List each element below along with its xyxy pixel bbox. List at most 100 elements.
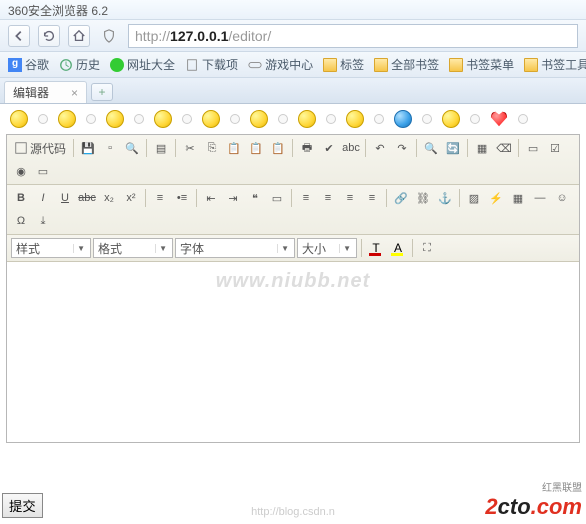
numberedlist-button[interactable]: ≡: [150, 188, 170, 208]
maximize-button[interactable]: ⛶: [417, 238, 437, 258]
folder-icon: [374, 58, 388, 72]
font-combo[interactable]: 字体▼: [175, 238, 295, 258]
format-combo[interactable]: 格式▼: [93, 238, 173, 258]
bookmark-downloads[interactable]: 下载项: [181, 54, 242, 75]
radio-dot[interactable]: [38, 114, 48, 124]
emoji-grin[interactable]: [202, 110, 220, 128]
emoji-heart[interactable]: [490, 110, 508, 128]
emoji-smile-3[interactable]: [106, 110, 124, 128]
image-button[interactable]: ▨: [464, 188, 484, 208]
size-combo[interactable]: 大小▼: [297, 238, 357, 258]
emoji-happy[interactable]: [346, 110, 364, 128]
address-bar[interactable]: http://127.0.0.1/editor/: [128, 24, 578, 48]
align-left-button[interactable]: ≡: [296, 188, 316, 208]
templates-button[interactable]: ▤: [151, 138, 171, 158]
paste-word-button[interactable]: 📋: [268, 138, 288, 158]
unlink-button[interactable]: ⛓: [413, 188, 433, 208]
radio-button[interactable]: ◉: [11, 161, 31, 181]
emoji-tongue[interactable]: [442, 110, 460, 128]
bookmark-tools[interactable]: 书签工具: [520, 54, 586, 75]
bookmark-games[interactable]: 游戏中心: [244, 54, 317, 75]
undo-button[interactable]: ↶: [370, 138, 390, 158]
flash-button[interactable]: ⚡: [486, 188, 506, 208]
emoji-wink[interactable]: [154, 110, 172, 128]
underline-button[interactable]: U: [55, 188, 75, 208]
copy-button[interactable]: ⎘: [202, 138, 222, 158]
scayt-button[interactable]: abc: [341, 138, 361, 158]
smiley-button[interactable]: ☺: [552, 188, 572, 208]
radio-dot[interactable]: [518, 114, 528, 124]
bgcolor-button[interactable]: A: [388, 238, 408, 258]
bookmark-tags[interactable]: 标签: [319, 54, 368, 75]
radio-dot[interactable]: [422, 114, 432, 124]
paste-button[interactable]: 📋: [224, 138, 244, 158]
subscript-button[interactable]: x₂: [99, 188, 119, 208]
styles-combo[interactable]: 样式▼: [11, 238, 91, 258]
align-center-button[interactable]: ≡: [318, 188, 338, 208]
hr-button[interactable]: —: [530, 188, 550, 208]
shield-icon: [98, 25, 120, 47]
radio-dot[interactable]: [470, 114, 480, 124]
radio-dot[interactable]: [374, 114, 384, 124]
align-right-button[interactable]: ≡: [340, 188, 360, 208]
radio-dot[interactable]: [278, 114, 288, 124]
bookmarks-bar: g谷歌 历史 网址大全 下载项 游戏中心 标签 全部书签 书签菜单 书签工具: [0, 52, 586, 78]
emoji-question[interactable]: [394, 110, 412, 128]
close-icon[interactable]: ×: [71, 86, 78, 100]
edit-area[interactable]: www.niubb.net: [7, 262, 579, 442]
textfield-button[interactable]: ▭: [33, 161, 53, 181]
bold-button[interactable]: B: [11, 188, 31, 208]
bookmark-menu[interactable]: 书签菜单: [445, 54, 518, 75]
selectall-button[interactable]: ▦: [472, 138, 492, 158]
radio-dot[interactable]: [326, 114, 336, 124]
radio-dot[interactable]: [134, 114, 144, 124]
home-button[interactable]: [68, 25, 90, 47]
refresh-button[interactable]: [38, 25, 60, 47]
emoji-cool[interactable]: [298, 110, 316, 128]
superscript-button[interactable]: x²: [121, 188, 141, 208]
emoji-smile-1[interactable]: [10, 110, 28, 128]
bookmark-history[interactable]: 历史: [55, 54, 104, 75]
tab-editor[interactable]: 编辑器 ×: [4, 81, 87, 103]
radio-dot[interactable]: [86, 114, 96, 124]
paste-text-button[interactable]: 📋: [246, 138, 266, 158]
blockquote-button[interactable]: ❝: [245, 188, 265, 208]
bookmark-all[interactable]: 全部书签: [370, 54, 443, 75]
align-justify-button[interactable]: ≡: [362, 188, 382, 208]
removeformat-button[interactable]: ⌫: [494, 138, 514, 158]
checkbox-button[interactable]: ☑: [545, 138, 565, 158]
table-button[interactable]: ▦: [508, 188, 528, 208]
indent-button[interactable]: ⇥: [223, 188, 243, 208]
pagebreak-button[interactable]: ⤓: [33, 211, 53, 231]
print-button[interactable]: 🖶: [297, 138, 317, 158]
emoji-laugh[interactable]: [250, 110, 268, 128]
save-button[interactable]: 💾: [78, 138, 98, 158]
separator: [175, 139, 176, 157]
radio-dot[interactable]: [182, 114, 192, 124]
radio-dot[interactable]: [230, 114, 240, 124]
outdent-button[interactable]: ⇤: [201, 188, 221, 208]
replace-button[interactable]: 🔄: [443, 138, 463, 158]
form-button[interactable]: ▭: [523, 138, 543, 158]
source-button[interactable]: 源代码: [11, 138, 69, 158]
find-button[interactable]: 🔍: [421, 138, 441, 158]
anchor-button[interactable]: ⚓: [435, 188, 455, 208]
redo-button[interactable]: ↷: [392, 138, 412, 158]
link-button[interactable]: 🔗: [391, 188, 411, 208]
preview-button[interactable]: 🔍: [122, 138, 142, 158]
spellcheck-button[interactable]: ✔: [319, 138, 339, 158]
textcolor-button[interactable]: T: [366, 238, 386, 258]
specialchar-button[interactable]: Ω: [11, 211, 31, 231]
italic-button[interactable]: I: [33, 188, 53, 208]
strike-button[interactable]: abc: [77, 188, 97, 208]
bulletedlist-button[interactable]: •≡: [172, 188, 192, 208]
newpage-button[interactable]: ▫: [100, 138, 120, 158]
cut-button[interactable]: ✂: [180, 138, 200, 158]
new-tab-button[interactable]: +: [91, 83, 113, 101]
bookmark-sites[interactable]: 网址大全: [106, 54, 179, 75]
emoji-smile-2[interactable]: [58, 110, 76, 128]
back-button[interactable]: [8, 25, 30, 47]
submit-button[interactable]: 提交: [2, 493, 43, 518]
div-button[interactable]: ▭: [267, 188, 287, 208]
bookmark-google[interactable]: g谷歌: [4, 54, 53, 75]
